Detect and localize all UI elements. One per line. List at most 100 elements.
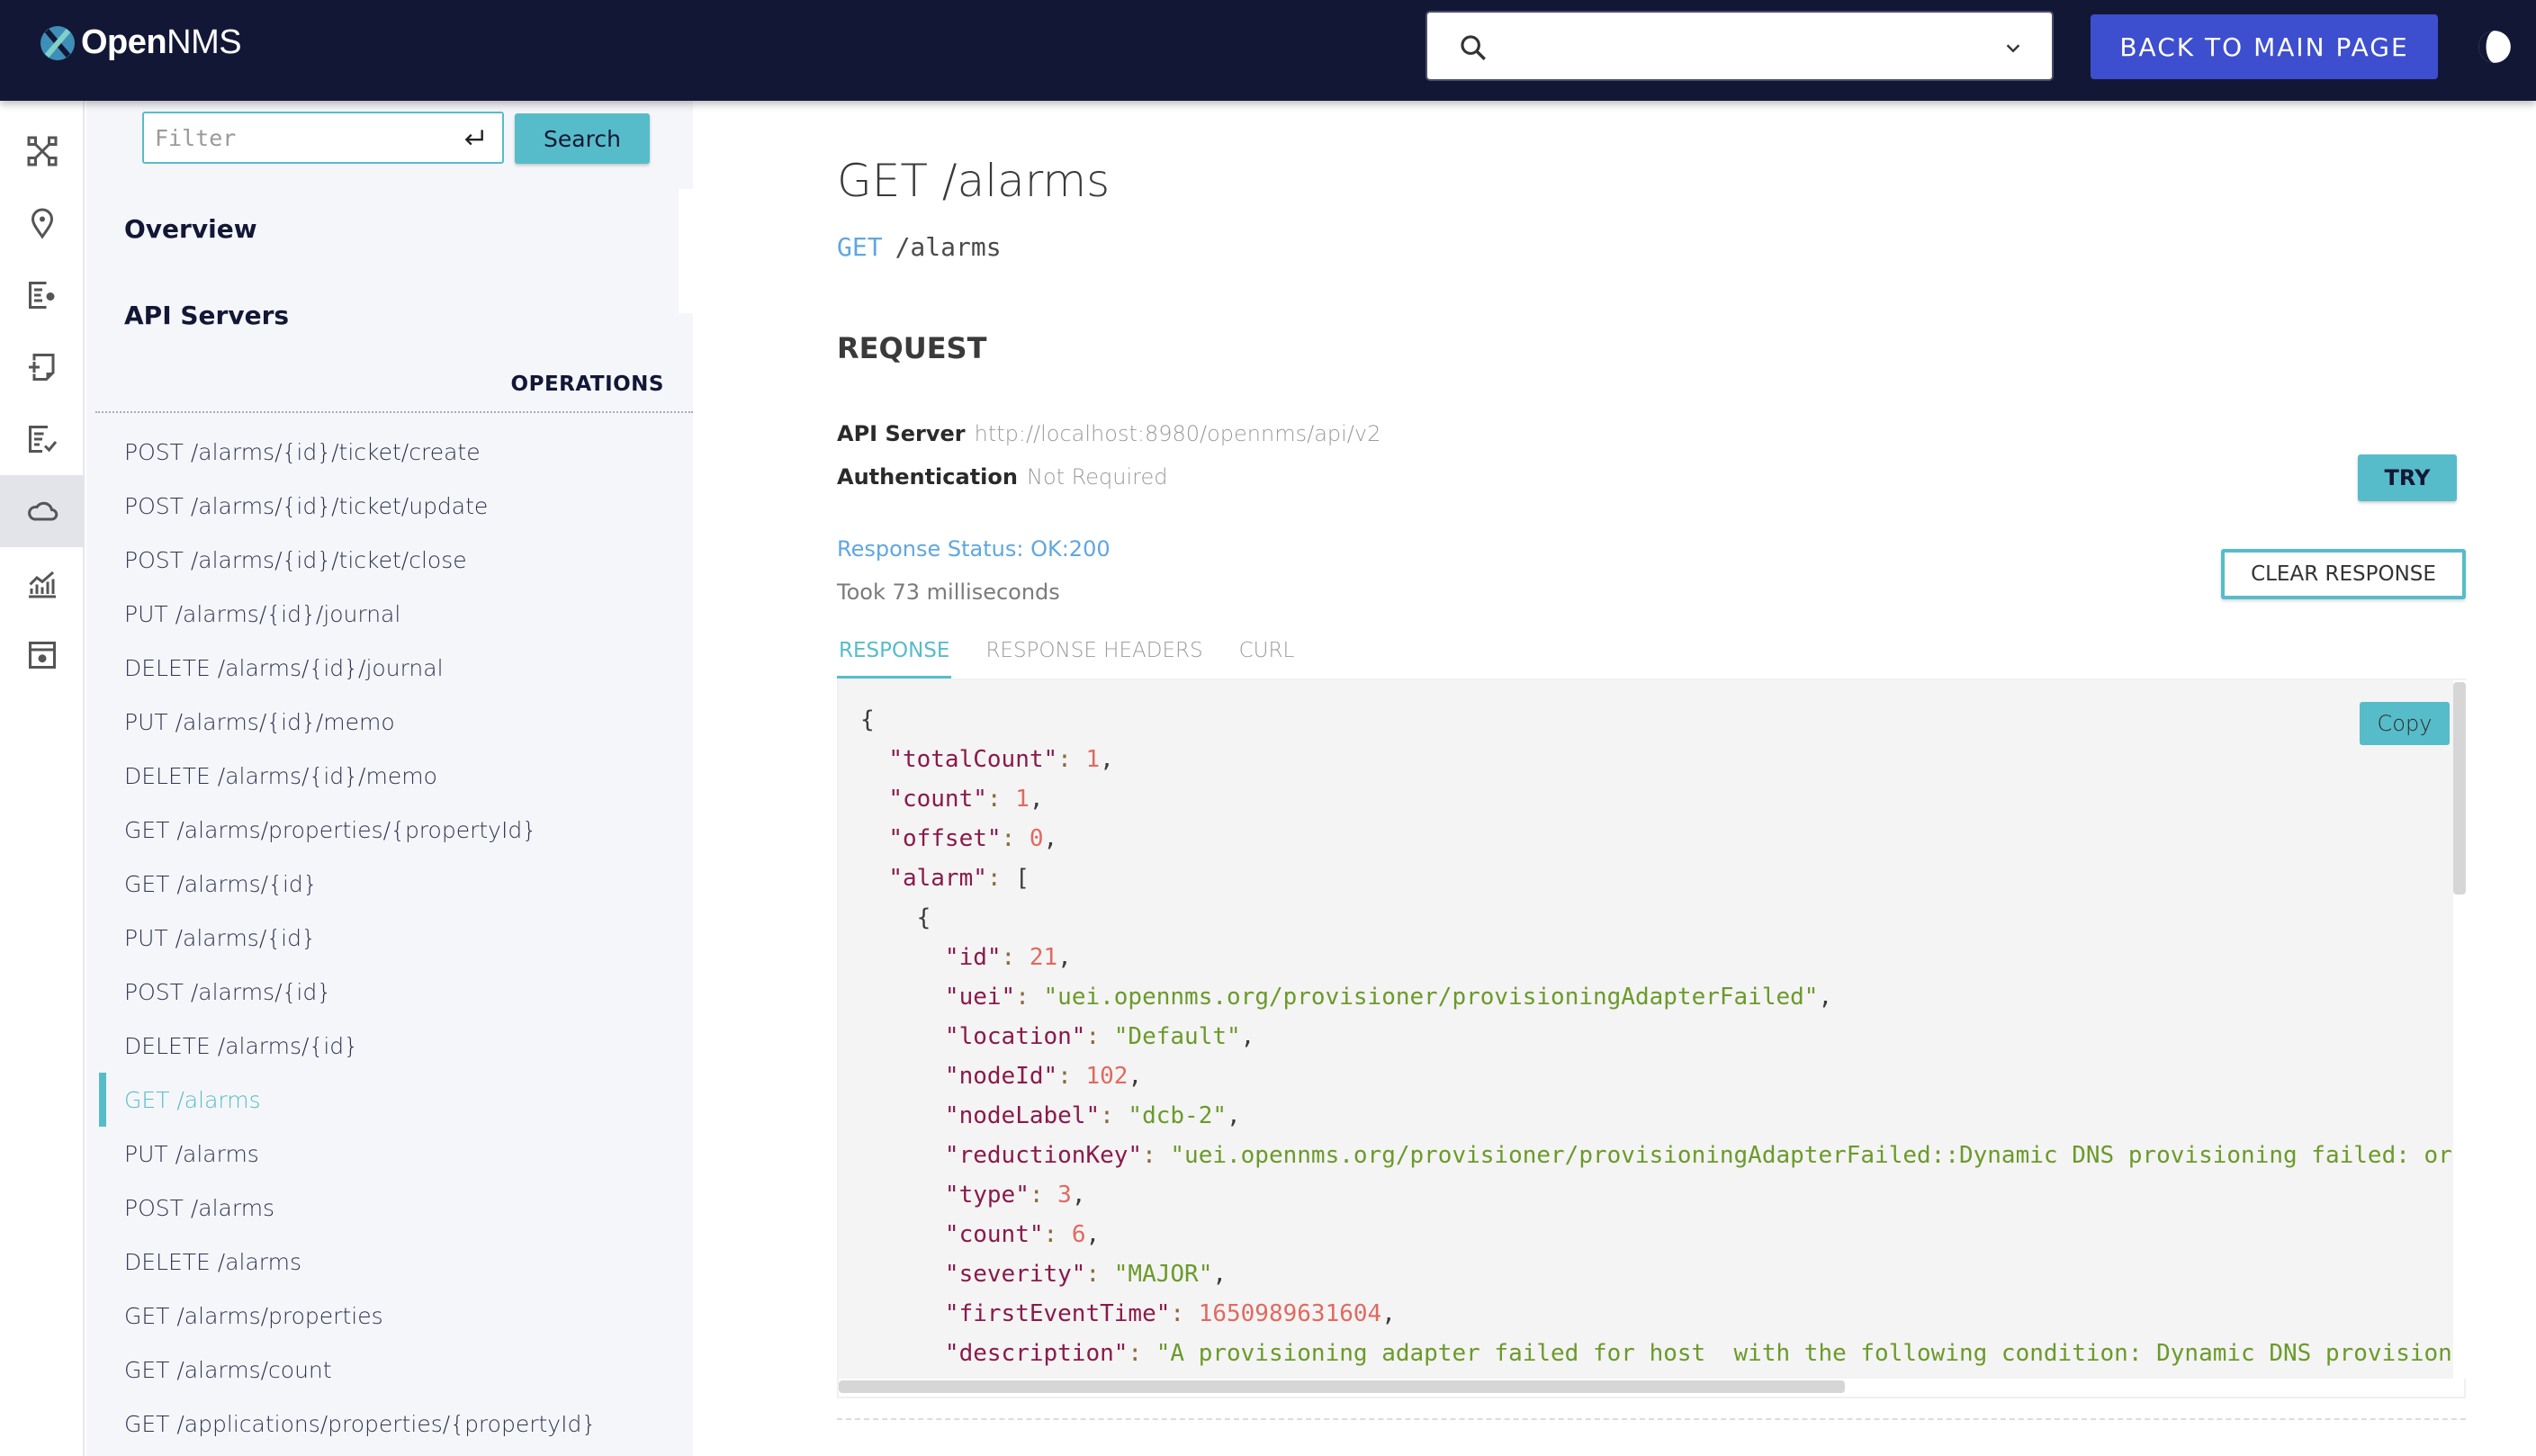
json-value: "dcb-2" [1128, 1102, 1227, 1129]
operation-item[interactable]: POST /alarms/{id}/ticket/close [86, 533, 693, 587]
operation-item[interactable]: DELETE /alarms/{id} [86, 1019, 693, 1073]
overview-link[interactable]: Overview [124, 214, 257, 244]
json-response: { "totalCount": 1, "count": 1, "offset":… [860, 700, 2453, 1373]
json-key: "offset" [888, 825, 1002, 852]
add-note-icon [29, 354, 55, 381]
operation-item-active[interactable]: GET /alarms [86, 1073, 693, 1127]
rail-item-admin[interactable] [0, 619, 85, 691]
json-key: "totalCount" [888, 746, 1058, 773]
request-heading: REQUEST [837, 331, 987, 365]
json-colon: : [1015, 984, 1044, 1011]
operation-item[interactable]: POST /alarms/{id}/ticket/update [86, 479, 693, 533]
operation-item[interactable]: DELETE /alarms/{id}/memo [86, 749, 693, 803]
code-line: "nodeLabel": "dcb-2", [944, 1102, 1241, 1129]
code-line: "firstEventTime": 1650989631604, [944, 1300, 1396, 1327]
json-value: 3 [1057, 1182, 1072, 1209]
horizontal-scrollbar[interactable] [839, 1379, 2453, 1395]
operation-title: GET /alarms [837, 155, 1111, 207]
endpoint-path: /alarms [895, 232, 1002, 262]
json-value: 1 [1015, 786, 1030, 813]
json-key: "count" [888, 786, 987, 813]
operation-item[interactable]: POST /alarms [86, 1181, 693, 1235]
top-navigation-bar: OpenNMS BACK TO MAIN PAGE [0, 0, 2536, 101]
search-button[interactable]: Search [515, 113, 650, 164]
tab-curl[interactable]: CURL [1237, 634, 1297, 679]
code-line: "location": "Default", [944, 1023, 1255, 1050]
opennms-logo[interactable]: OpenNMS [40, 23, 242, 62]
operation-item[interactable]: POST /alarms/{id} [86, 965, 693, 1019]
json-value: { [860, 706, 875, 733]
json-value: "uei.opennms.org/provisioner/provisionin… [1170, 1142, 2453, 1169]
operation-item[interactable]: GET /applications/properties/{propertyId… [86, 1397, 693, 1451]
operation-item[interactable]: POST /alarms/{id}/ticket/create [86, 425, 693, 479]
operation-item[interactable]: GET /alarms/count [86, 1343, 693, 1397]
icon-rail [0, 101, 85, 1456]
json-colon: : [1085, 1023, 1114, 1050]
filter-field[interactable] [142, 112, 504, 164]
copy-button[interactable]: Copy [2360, 702, 2450, 745]
json-colon: : [1100, 1102, 1129, 1129]
json-key: "count" [944, 1221, 1044, 1248]
json-colon: : [986, 865, 1016, 892]
code-line: "description": "A provisioning adapter f… [860, 1334, 2453, 1373]
vertical-scrollbar-thumb[interactable] [2453, 682, 2466, 894]
json-key: "type" [944, 1182, 1030, 1209]
topology-icon [27, 136, 58, 166]
json-value: 102 [1085, 1063, 1129, 1090]
operation-item[interactable]: PUT /alarms/{id} [86, 911, 693, 965]
code-line: "offset": 0, [888, 825, 1058, 852]
opennms-logo-icon [40, 25, 75, 60]
response-tabs: RESPONSE RESPONSE HEADERS CURL [837, 634, 1296, 679]
json-key: "nodeLabel" [944, 1102, 1101, 1129]
theme-toggle-icon[interactable] [2476, 27, 2514, 67]
rail-item-api-docs[interactable] [0, 475, 85, 547]
response-status: Response Status: OK:200 [837, 536, 1111, 562]
search-icon [1461, 35, 1486, 60]
rail-item-reports[interactable] [0, 403, 85, 475]
operation-item[interactable]: PUT /alarms [86, 1127, 693, 1181]
operation-item[interactable]: GET /alarms/{id} [86, 857, 693, 911]
json-colon: : [1001, 825, 1030, 852]
vertical-scrollbar[interactable] [2453, 680, 2466, 1379]
horizontal-scrollbar-thumb[interactable] [839, 1380, 1845, 1393]
try-button[interactable]: TRY [2358, 454, 2457, 501]
operation-item[interactable]: GET /alarms/properties [86, 1289, 693, 1343]
chevron-down-icon[interactable] [2003, 38, 2023, 58]
rail-item-topology[interactable] [0, 115, 85, 187]
operation-item[interactable]: DELETE /alarms [86, 1235, 693, 1289]
code-line: "count": 6, [944, 1221, 1101, 1248]
location-pin-icon [31, 208, 54, 239]
clear-response-button[interactable]: CLEAR RESPONSE [2221, 549, 2466, 599]
json-key: "location" [944, 1023, 1086, 1050]
authentication-value: Not Required [1026, 464, 1168, 490]
code-line: "uei": "uei.opennms.org/provisioner/prov… [944, 984, 1833, 1011]
json-value: 1 [1085, 746, 1101, 773]
back-to-main-page-button[interactable]: BACK TO MAIN PAGE [2091, 14, 2438, 79]
json-colon: : [1085, 1261, 1114, 1288]
tab-response[interactable]: RESPONSE [837, 634, 952, 679]
api-servers-link[interactable]: API Servers [124, 301, 289, 330]
code-line: "reductionKey": "uei.opennms.org/provisi… [860, 1136, 2453, 1175]
brand-name: OpenNMS [81, 23, 242, 61]
rail-item-requisitions[interactable] [0, 331, 85, 403]
response-time: Took 73 milliseconds [837, 580, 1060, 605]
window-settings-icon [29, 642, 56, 669]
global-search-select[interactable] [1425, 11, 2054, 81]
rail-item-locations[interactable] [0, 187, 85, 259]
json-key: "id" [944, 944, 1002, 971]
code-line: "type": 3, [944, 1182, 1086, 1209]
operation-item[interactable]: DELETE /alarms/{id}/journal [86, 641, 693, 695]
filter-input[interactable] [144, 113, 432, 162]
rail-item-config[interactable] [0, 259, 85, 331]
tab-response-headers[interactable]: RESPONSE HEADERS [984, 634, 1204, 679]
operations-list: POST /alarms/{id}/ticket/create POST /ala… [86, 425, 693, 1451]
operation-item[interactable]: PUT /alarms/{id}/journal [86, 587, 693, 641]
operation-item[interactable]: PUT /alarms/{id}/memo [86, 695, 693, 749]
enter-key-icon [464, 130, 483, 146]
json-colon: : [1128, 1340, 1156, 1367]
operation-item[interactable]: GET /alarms/properties/{propertyId} [86, 803, 693, 857]
api-server-row: API Server http://localhost:8980/opennms/… [837, 421, 1380, 446]
rail-item-charts[interactable] [0, 547, 85, 619]
json-colon: : [1001, 944, 1030, 971]
json-value: 0 [1029, 825, 1044, 852]
